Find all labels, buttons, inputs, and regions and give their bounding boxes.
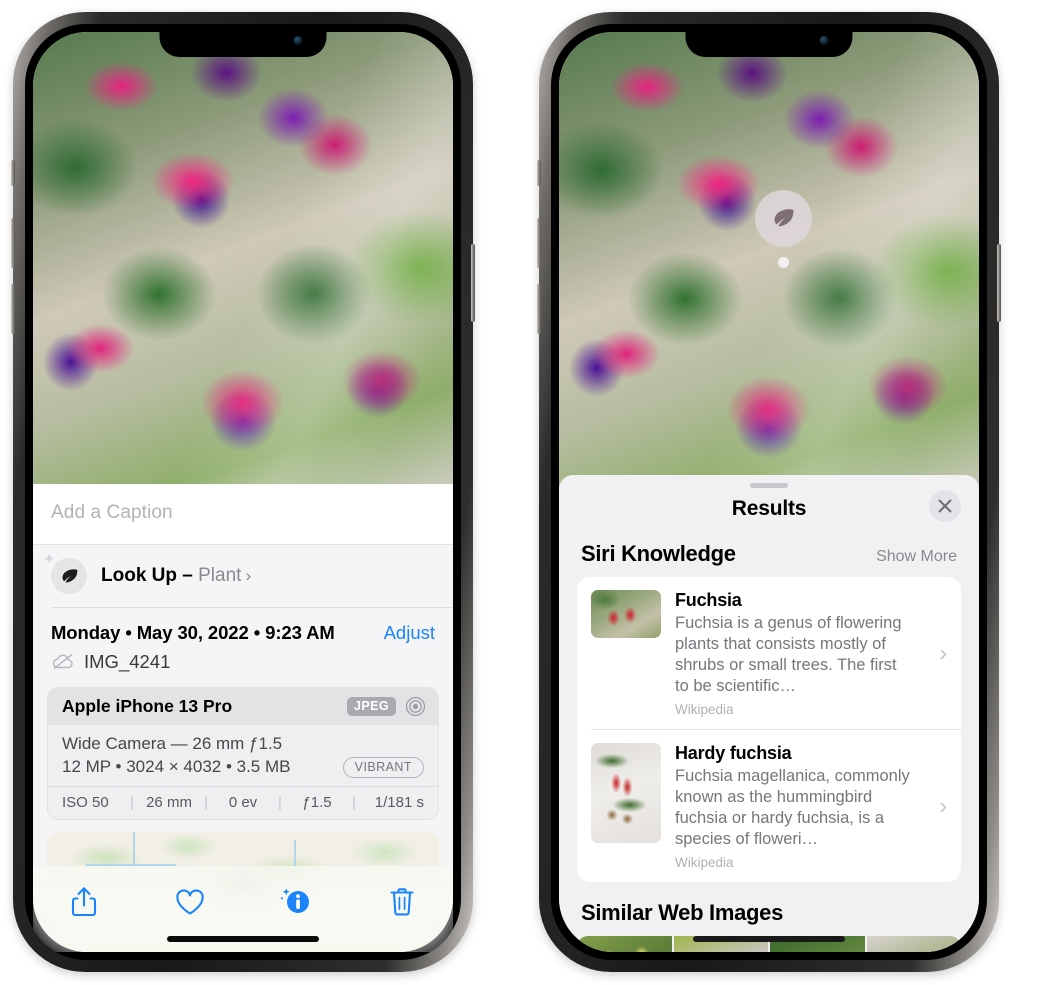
format-badge: JPEG <box>347 696 396 716</box>
volume-down-button[interactable] <box>11 284 15 334</box>
silent-switch[interactable] <box>11 160 15 186</box>
results-sheet: Results Siri Knowledge Show More Fuchsia… <box>559 475 979 952</box>
photo-highlight <box>33 32 453 484</box>
leaf-icon <box>774 209 794 227</box>
stat-sep: | <box>278 793 282 811</box>
delete-button[interactable] <box>375 882 429 922</box>
close-button[interactable] <box>929 490 961 522</box>
photo-filename: IMG_4241 <box>84 650 171 672</box>
chevron-right-icon: › <box>245 566 252 585</box>
web-image-4[interactable] <box>866 935 961 952</box>
similar-web-images-header: Similar Web Images <box>559 882 979 934</box>
front-camera-icon <box>293 36 303 45</box>
look-up-row[interactable]: ✦ Look Up – Plant › <box>33 545 453 607</box>
siri-knowledge-title: Siri Knowledge <box>581 541 736 566</box>
leaf-chip: ✦ <box>43 552 87 594</box>
camera-stats-row: ISO 50 | 26 mm | 0 ev | ƒ1.5 | 1/181 s <box>48 785 438 819</box>
visual-lookup-badge[interactable] <box>755 190 812 268</box>
info-button[interactable] <box>269 882 323 922</box>
notch-right <box>685 24 853 57</box>
screenshot-stage: Add a Caption ✦ Look Up – Plant › Monday… <box>0 0 1055 985</box>
iphone-right: Results Siri Knowledge Show More Fuchsia… <box>537 12 1001 972</box>
knowledge-title: Fuchsia <box>675 590 742 610</box>
look-up-title: Look Up – <box>101 565 199 586</box>
raw-circle-icon <box>405 696 426 716</box>
similar-web-images-title: Similar Web Images <box>581 899 784 925</box>
share-icon <box>71 887 97 917</box>
knowledge-source: Wikipedia <box>675 701 734 717</box>
power-button[interactable] <box>471 244 475 322</box>
knowledge-source: Wikipedia <box>675 854 734 870</box>
front-camera-icon <box>819 36 829 45</box>
home-indicator[interactable] <box>693 936 845 942</box>
camera-specs: 12 MP • 3024 × 4032 • 3.5 MB <box>62 757 291 776</box>
knowledge-text: Fuchsia Fuchsia is a genus of flowering … <box>675 590 947 717</box>
camera-header: Apple iPhone 13 Pro JPEG <box>48 687 438 725</box>
results-title: Results <box>731 497 807 520</box>
camera-header-badges: JPEG <box>347 696 426 717</box>
photo-fuchsia-flowers[interactable] <box>33 32 453 484</box>
leaf-icon <box>62 568 77 583</box>
volume-up-button[interactable] <box>11 218 15 268</box>
style-badge: VIBRANT <box>342 756 424 778</box>
photo-meta-row: Monday • May 30, 2022 • 9:23 AM Adjust <box>33 608 453 648</box>
knowledge-text: Hardy fuchsia Fuchsia magellanica, commo… <box>675 743 947 870</box>
stat-aperture: ƒ1.5 <box>302 793 332 811</box>
show-more-button[interactable]: Show More <box>876 548 957 566</box>
filename-row: IMG_4241 <box>33 648 453 685</box>
knowledge-description: Fuchsia is a genus of flowering plants t… <box>675 614 902 695</box>
cloud-slash-icon <box>52 653 73 670</box>
close-icon <box>938 499 952 513</box>
siri-knowledge-header: Siri Knowledge Show More <box>559 535 979 577</box>
adjust-button[interactable]: Adjust <box>384 622 435 644</box>
phone-bezel-left: Add a Caption ✦ Look Up – Plant › Monday… <box>25 24 461 960</box>
camera-specs-row: 12 MP • 3024 × 4032 • 3.5 MB VIBRANT <box>62 756 424 778</box>
web-image-1[interactable] <box>577 935 672 952</box>
look-up-label: Look Up – Plant › <box>101 565 251 587</box>
camera-info-card[interactable]: Apple iPhone 13 Pro JPEG Wide Camera — 2… <box>47 686 439 820</box>
look-up-subject: Plant <box>198 565 242 586</box>
knowledge-thumbnail <box>591 590 661 638</box>
siri-knowledge-card: Fuchsia Fuchsia is a genus of flowering … <box>577 577 961 882</box>
notch-left <box>159 24 327 57</box>
iphone-left: Add a Caption ✦ Look Up – Plant › Monday… <box>11 12 475 972</box>
visual-lookup-bubble[interactable] <box>755 190 812 247</box>
chevron-right-icon: › <box>939 792 947 819</box>
silent-switch[interactable] <box>537 160 541 186</box>
stat-shutter: 1/181 s <box>374 793 425 811</box>
list-item[interactable]: Fuchsia Fuchsia is a genus of flowering … <box>577 577 961 729</box>
caption-input[interactable]: Add a Caption <box>51 502 435 524</box>
power-button[interactable] <box>997 244 1001 322</box>
camera-body: Wide Camera — 26 mm ƒ1.5 12 MP • 3024 × … <box>48 725 438 786</box>
list-item[interactable]: Hardy fuchsia Fuchsia magellanica, commo… <box>591 728 961 882</box>
volume-down-button[interactable] <box>537 284 541 334</box>
heart-icon <box>176 888 204 915</box>
camera-device: Apple iPhone 13 Pro <box>62 695 233 716</box>
knowledge-description: Fuchsia magellanica, commonly known as t… <box>675 766 910 848</box>
home-indicator[interactable] <box>167 936 319 942</box>
favorite-button[interactable] <box>163 882 217 922</box>
stat-sep: | <box>130 793 134 811</box>
screen-left: Add a Caption ✦ Look Up – Plant › Monday… <box>33 32 453 952</box>
caption-field-row[interactable]: Add a Caption <box>33 484 453 545</box>
chevron-right-icon: › <box>939 639 947 666</box>
share-button[interactable] <box>57 882 111 922</box>
screen-right: Results Siri Knowledge Show More Fuchsia… <box>559 32 979 952</box>
results-header: Results <box>559 488 979 535</box>
knowledge-title: Hardy fuchsia <box>675 742 792 763</box>
volume-up-button[interactable] <box>537 218 541 268</box>
stat-ev: 0 ev <box>228 793 258 811</box>
stat-iso: ISO 50 <box>62 793 109 811</box>
stat-focal: 26 mm <box>146 793 192 811</box>
photo-date: Monday • May 30, 2022 • 9:23 AM <box>51 621 335 643</box>
stat-sep: | <box>204 793 208 811</box>
trash-icon <box>390 888 414 916</box>
badge-pointer-dot <box>778 257 789 268</box>
sparkle-icon: ✦ <box>43 551 56 568</box>
info-sparkle-icon <box>280 888 309 913</box>
phone-bezel-right: Results Siri Knowledge Show More Fuchsia… <box>551 24 987 960</box>
stat-sep: | <box>352 793 356 811</box>
knowledge-thumbnail <box>591 742 661 843</box>
camera-lens: Wide Camera — 26 mm ƒ1.5 <box>62 733 283 753</box>
